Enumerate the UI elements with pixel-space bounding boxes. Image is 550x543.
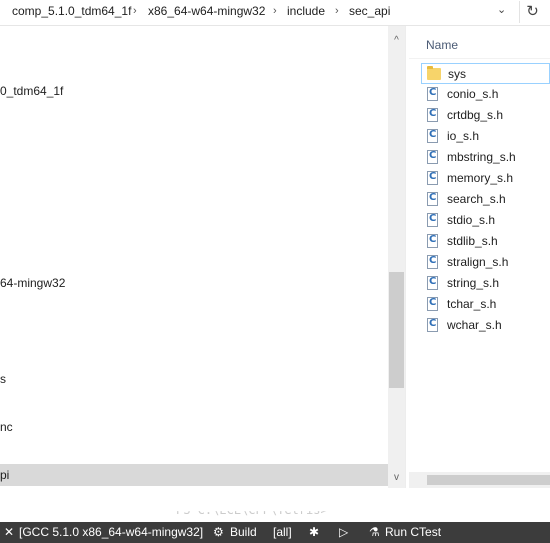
horizontal-scrollbar[interactable] <box>409 472 550 488</box>
tree-node[interactable]: 64-mingw32 <box>0 276 65 290</box>
kit-selector[interactable]: [GCC 5.1.0 x86_64-w64-mingw32] <box>19 525 203 539</box>
breadcrumb-segment[interactable]: comp_5.1.0_tdm64_1f <box>12 4 131 18</box>
c-header-file-icon: C <box>427 87 438 101</box>
c-header-file-icon: C <box>427 255 438 269</box>
navigation-tree[interactable]: 0_tdm64_1f 64-mingw32 s nc pi <box>0 26 388 488</box>
c-header-file-icon: C <box>427 276 438 290</box>
file-name: crtdbg_s.h <box>447 108 504 122</box>
status-bar: ✕ [GCC 5.1.0 x86_64-w64-mingw32] ⚙ Build… <box>0 522 550 543</box>
breadcrumb-chevron-icon[interactable]: › <box>133 5 137 17</box>
folder-row[interactable]: sys <box>421 63 550 84</box>
file-name: search_s.h <box>447 192 506 206</box>
c-header-file-icon: C <box>427 234 438 248</box>
terminal-panel[interactable]: PS C:\ECL\CPP\Tetris> <box>0 488 550 522</box>
c-header-file-icon: C <box>427 171 438 185</box>
file-row[interactable]: C stdio_s.h <box>421 210 550 231</box>
run-ctest-button[interactable]: Run CTest <box>385 525 441 539</box>
c-header-file-icon: C <box>427 213 438 227</box>
c-header-file-icon: C <box>427 318 438 332</box>
scrollbar-thumb[interactable] <box>389 272 404 388</box>
file-row[interactable]: C search_s.h <box>421 189 550 210</box>
refresh-icon[interactable]: ↻ <box>519 1 545 23</box>
file-row[interactable]: C stdlib_s.h <box>421 231 550 252</box>
tree-node-selected[interactable]: pi <box>0 468 9 482</box>
file-name: mbstring_s.h <box>447 150 516 164</box>
scroll-down-icon[interactable]: v <box>388 469 405 486</box>
file-row[interactable]: C tchar_s.h <box>421 294 550 315</box>
file-row[interactable]: C wchar_s.h <box>421 315 550 336</box>
file-row[interactable]: C mbstring_s.h <box>421 147 550 168</box>
build-target-selector[interactable]: [all] <box>273 525 292 539</box>
scrollbar-thumb[interactable] <box>427 475 550 485</box>
file-name: io_s.h <box>447 129 480 143</box>
scroll-up-icon[interactable]: ^ <box>388 32 405 49</box>
c-header-file-icon: C <box>427 192 438 206</box>
breadcrumb-segment[interactable]: include <box>287 4 325 18</box>
address-bar[interactable]: comp_5.1.0_tdm64_1f › x86_64-w64-mingw32… <box>0 0 550 26</box>
breadcrumb-segment[interactable]: x86_64-w64-mingw32 <box>148 4 265 18</box>
play-icon[interactable]: ▷ <box>339 525 348 539</box>
folder-icon <box>427 66 441 80</box>
tree-node[interactable]: 0_tdm64_1f <box>0 84 63 98</box>
file-name: stdio_s.h <box>447 213 496 227</box>
file-name: wchar_s.h <box>447 318 502 332</box>
file-name: stralign_s.h <box>447 255 509 269</box>
file-name: sys <box>448 67 466 81</box>
file-name: string_s.h <box>447 276 500 290</box>
file-row[interactable]: C crtdbg_s.h <box>421 105 550 126</box>
file-row[interactable]: C conio_s.h <box>421 84 550 105</box>
tree-scrollbar[interactable]: ^ v <box>388 26 405 488</box>
header-divider <box>409 58 550 59</box>
c-header-file-icon: C <box>427 108 438 122</box>
gear-icon[interactable]: ⚙ <box>213 525 224 539</box>
terminal-prompt: PS C:\ECL\CPP\Tetris> <box>176 503 328 517</box>
c-header-file-icon: C <box>427 129 438 143</box>
file-row[interactable]: C string_s.h <box>421 273 550 294</box>
tools-icon[interactable]: ✕ <box>4 525 14 539</box>
breadcrumb-chevron-icon[interactable]: › <box>335 5 339 17</box>
tree-node[interactable]: s <box>0 372 6 386</box>
file-list[interactable]: Name sys C conio_s.h C crtdbg_s.h C io_s… <box>409 26 550 488</box>
tree-node[interactable]: nc <box>0 420 13 434</box>
file-row[interactable]: C memory_s.h <box>421 168 550 189</box>
address-dropdown-icon[interactable]: ⌄ <box>497 3 506 16</box>
file-row[interactable]: C io_s.h <box>421 126 550 147</box>
tree-selected-row[interactable]: pi <box>0 464 388 486</box>
name-column-header[interactable]: Name <box>426 38 458 52</box>
debug-bug-icon[interactable]: ✱ <box>309 525 319 539</box>
flask-icon[interactable]: ⚗ <box>369 525 380 539</box>
file-row[interactable]: C stralign_s.h <box>421 252 550 273</box>
breadcrumb-chevron-icon[interactable]: › <box>273 5 277 17</box>
breadcrumb-segment[interactable]: sec_api <box>349 4 390 18</box>
file-name: tchar_s.h <box>447 297 497 311</box>
file-name: conio_s.h <box>447 87 499 101</box>
c-header-file-icon: C <box>427 150 438 164</box>
file-name: memory_s.h <box>447 171 514 185</box>
file-name: stdlib_s.h <box>447 234 498 248</box>
build-button[interactable]: Build <box>230 525 257 539</box>
c-header-file-icon: C <box>427 297 438 311</box>
